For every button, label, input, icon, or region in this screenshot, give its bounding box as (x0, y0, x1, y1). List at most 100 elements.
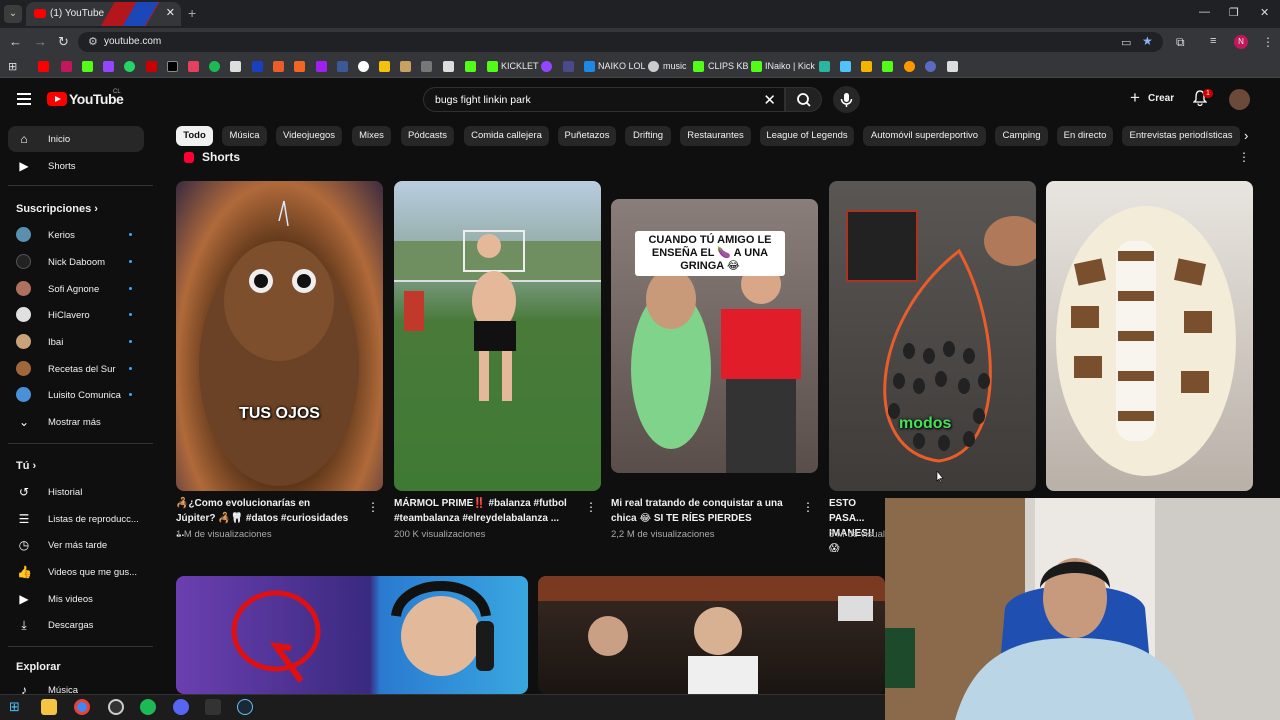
bookmark-icon[interactable] (294, 61, 305, 72)
chip-todo[interactable]: Todo (176, 126, 213, 146)
bookmark-icon[interactable] (61, 61, 72, 72)
search-button[interactable] (785, 87, 822, 112)
forward-icon[interactable]: → (34, 34, 47, 49)
sidebar-item-subscription[interactable]: Ibai (8, 329, 144, 355)
bookmark-label[interactable]: INaiko | Kick (765, 61, 815, 71)
restore-icon[interactable]: ❐ (1229, 6, 1239, 19)
app-icon[interactable] (108, 699, 124, 715)
chrome-menu-icon[interactable]: ⋮ (1262, 35, 1274, 49)
bookmark-icon[interactable] (146, 61, 157, 72)
bookmark-icon[interactable] (819, 61, 830, 72)
bookmark-icon[interactable] (584, 61, 595, 72)
sidebar-item-videos-me-gustan[interactable]: 👍 Videos que me gus... (8, 559, 144, 585)
create-button[interactable]: + Crear (1124, 87, 1180, 111)
chip-entrevistas-periodisticas[interactable]: Entrevistas periodísticas (1122, 126, 1240, 146)
kick-bookmark-icon[interactable] (751, 61, 762, 72)
bookmark-icon[interactable] (316, 61, 327, 72)
chip-en-directo[interactable]: En directo (1057, 126, 1113, 146)
voice-search-button[interactable] (833, 86, 860, 113)
close-window-icon[interactable]: ✕ (1260, 6, 1269, 19)
more-options-icon[interactable]: ⋮ (802, 500, 814, 514)
bookmark-label[interactable]: KICKLET (501, 61, 539, 71)
reload-icon[interactable]: ↻ (58, 34, 69, 50)
video-thumbnail[interactable] (176, 576, 528, 694)
bookmark-icon[interactable] (861, 61, 872, 72)
site-info-icon[interactable]: ⚙ (88, 35, 98, 48)
file-explorer-icon[interactable] (41, 699, 57, 715)
bookmark-icon[interactable] (904, 61, 915, 72)
short-thumbnail[interactable]: TUS OJOS (176, 181, 383, 491)
bookmark-icon[interactable] (337, 61, 348, 72)
bookmark-icon[interactable] (648, 61, 659, 72)
tab-search-icon[interactable]: ⌄ (4, 5, 22, 23)
chip-restaurantes[interactable]: Restaurantes (680, 126, 751, 146)
show-more-button[interactable]: ⌄ Mostrar más (8, 409, 144, 435)
sidebar-item-subscription[interactable]: Kerios (8, 222, 144, 248)
chip-drifting[interactable]: Drifting (625, 126, 671, 146)
sidebar-item-ver-mas-tarde[interactable]: ◷ Ver más tarde (8, 532, 144, 558)
instagram-bookmark-icon[interactable] (188, 61, 199, 72)
menu-icon[interactable] (17, 93, 31, 108)
spotify-icon[interactable] (140, 699, 156, 715)
omnibox[interactable]: ⚙ youtube.com (78, 32, 1163, 52)
short-title[interactable]: ESTO PASA... IMANES!! 😱 (829, 496, 885, 556)
short-title[interactable]: Mi real tratando de conquistar a una chi… (611, 496, 787, 526)
bookmark-icon[interactable] (925, 61, 936, 72)
chip-league-of-legends[interactable]: League of Legends (760, 126, 854, 146)
bookmark-icon[interactable] (541, 61, 552, 72)
sidebar-item-subscription[interactable]: Sofi Agnone (8, 276, 144, 302)
cast-icon[interactable]: ▭ (1121, 36, 1131, 49)
windows-start-icon[interactable]: ⊞ (9, 699, 25, 715)
short-thumbnail[interactable] (394, 181, 601, 491)
bookmark-icon[interactable] (882, 61, 893, 72)
clear-search-icon[interactable]: ✕ (763, 91, 776, 109)
subscriptions-heading[interactable]: Suscripciones › (16, 203, 98, 215)
browser-tab[interactable]: (1) YouTube ✕ (26, 2, 181, 26)
bookmark-icon[interactable] (947, 61, 958, 72)
more-options-icon[interactable]: ⋮ (1238, 150, 1250, 164)
sidebar-item-listas[interactable]: ☰ Listas de reproducc... (8, 506, 144, 532)
bookmark-label[interactable]: CLIPS KB (708, 61, 749, 71)
bookmark-icon[interactable] (400, 61, 411, 72)
bookmark-icon[interactable] (563, 61, 574, 72)
chip-automovil-superdeportivo[interactable]: Automóvil superdeportivo (863, 126, 986, 146)
back-icon[interactable]: ← (9, 34, 22, 49)
search-input[interactable]: bugs fight linkin park ✕ (423, 87, 785, 112)
chip-musica[interactable]: Música (222, 126, 267, 146)
short-thumbnail[interactable] (1046, 181, 1253, 491)
you-heading[interactable]: Tú › (16, 460, 36, 472)
apps-icon[interactable]: ⊞ (8, 60, 17, 73)
bookmark-icon[interactable] (273, 61, 284, 72)
sidebar-item-mis-videos[interactable]: ▶ Mis videos (8, 586, 144, 612)
chip-mixes[interactable]: Mixes (352, 126, 391, 146)
chip-comida-callejera[interactable]: Comida callejera (464, 126, 549, 146)
bookmark-icon[interactable] (421, 61, 432, 72)
bookmark-star-icon[interactable]: ★ (1142, 34, 1153, 48)
sidebar-item-inicio[interactable]: ⌂ Inicio (8, 126, 144, 152)
steam-icon[interactable] (237, 699, 253, 715)
bookmark-icon[interactable] (358, 61, 369, 72)
twitch-bookmark-icon[interactable] (103, 61, 114, 72)
bookmark-icon[interactable] (840, 61, 851, 72)
sidebar-item-shorts[interactable]: ▶ Shorts (8, 153, 144, 179)
discord-icon[interactable] (173, 699, 189, 715)
close-tab-icon[interactable]: ✕ (166, 6, 175, 19)
x-bookmark-icon[interactable] (167, 61, 178, 72)
extensions-icon[interactable]: ⧉ (1176, 35, 1185, 50)
bookmark-icon[interactable] (379, 61, 390, 72)
more-options-icon[interactable]: ⋮ (367, 500, 379, 514)
kicklet-bookmark-icon[interactable] (487, 61, 498, 72)
more-options-icon[interactable]: ⋮ (585, 500, 597, 514)
short-thumbnail[interactable]: CUANDO TÚ AMIGO LE ENSEÑA EL 🍆 A UNA GRI… (611, 199, 818, 473)
sidebar-item-subscription[interactable]: Recetas del Sur (8, 356, 144, 382)
app-icon[interactable] (205, 699, 221, 715)
chip-podcasts[interactable]: Pódcasts (401, 126, 454, 146)
sidebar-item-descargas[interactable]: ⤓ Descargas (8, 612, 144, 638)
chip-camping[interactable]: Camping (995, 126, 1048, 146)
bookmark-icon[interactable] (252, 61, 263, 72)
sidebar-item-subscription[interactable]: HiClavero (8, 302, 144, 328)
bookmark-icon[interactable] (693, 61, 704, 72)
youtube-logo-icon[interactable] (47, 92, 67, 106)
video-thumbnail[interactable] (538, 576, 885, 694)
chip-punetazos[interactable]: Puñetazos (558, 126, 616, 146)
